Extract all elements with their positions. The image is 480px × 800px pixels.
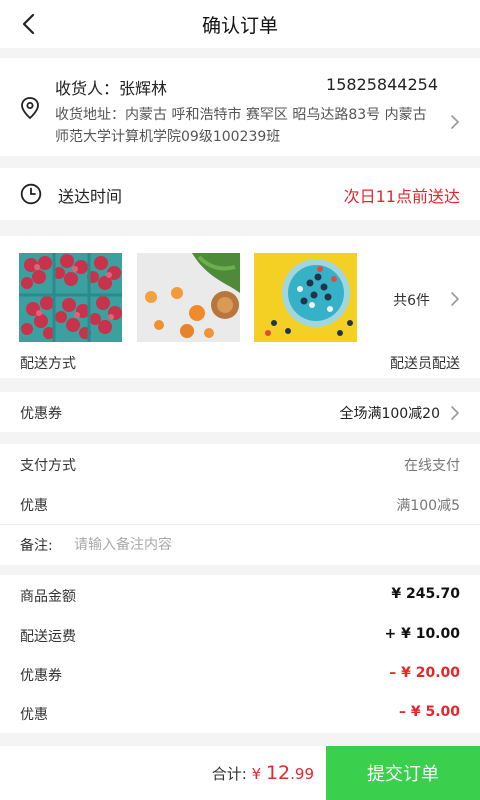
total-decimal: .99: [290, 765, 314, 783]
checkout-bar: 合计: ¥ 12.99 提交订单: [0, 746, 480, 800]
chevron-right-icon: [451, 292, 459, 306]
subtotal-value: ¥ 245.70: [391, 586, 460, 602]
total-amount: ¥ 12.99: [251, 762, 314, 784]
submit-order-button[interactable]: 提交订单: [326, 746, 480, 800]
payment-method-label: 支付方式: [20, 458, 76, 474]
coupon-value: 全场满100减20: [339, 406, 440, 422]
shipping-fee-value: + ¥ 10.00: [384, 626, 460, 642]
order-total: 合计: ¥ 12.99: [212, 762, 314, 784]
delivery-address: 收货地址：内蒙古 呼和浩特市 赛罕区 昭乌达路83号 内蒙古师范大学计算机学院0…: [55, 107, 427, 145]
recipient-phone: 15825844254: [326, 75, 438, 94]
payment-method-value: 在线支付: [404, 458, 460, 474]
product-thumbnail-apricots[interactable]: [137, 253, 240, 342]
shipping-method-label: 配送方式: [20, 356, 76, 372]
summary-row-coupon: 优惠券 – ¥ 20.00: [0, 654, 480, 694]
location-pin-icon: [21, 97, 39, 120]
total-label: 合计:: [211, 765, 247, 783]
coupon-row[interactable]: 优惠券 全场满100减20: [0, 392, 480, 432]
promo-discount-value: – ¥ 5.00: [398, 704, 460, 720]
product-list[interactable]: 共6件 配送方式 配送员配送: [0, 236, 480, 378]
product-count: 共6件: [393, 293, 430, 309]
discount-row: 优惠 满100减5: [0, 484, 480, 524]
clock-icon: [20, 183, 42, 205]
delivery-time-row: 送达时间 次日11点前送达: [0, 168, 480, 220]
top-bar: 确认订单: [0, 0, 480, 48]
subtotal-label: 商品金额: [20, 589, 76, 605]
recipient-name: 收货人：张辉林: [55, 79, 168, 98]
page-title: 确认订单: [201, 15, 278, 37]
total-currency: ¥: [251, 765, 262, 783]
product-thumbnail-fruit-bowl[interactable]: [254, 253, 357, 342]
discount-label: 优惠: [20, 498, 48, 514]
coupon-label: 优惠券: [20, 406, 62, 422]
delivery-time-value: 次日11点前送达: [343, 187, 460, 206]
summary-row-discount: 优惠 – ¥ 5.00: [0, 693, 480, 733]
summary-row-subtotal: 商品金额 ¥ 245.70: [0, 575, 480, 615]
chevron-right-icon: [451, 406, 459, 420]
note-label: 备注:: [20, 538, 53, 554]
total-integer: 12: [265, 762, 291, 784]
shipping-method-value: 配送员配送: [390, 356, 460, 372]
promo-discount-label: 优惠: [20, 707, 48, 723]
payment-section: 支付方式 在线支付 优惠 满100减5 备注:: [0, 444, 480, 565]
chevron-right-icon: [451, 115, 459, 129]
product-thumbnail-raspberries[interactable]: [19, 253, 122, 342]
delivery-time-label: 送达时间: [58, 187, 123, 206]
shipping-fee-label: 配送运费: [20, 629, 76, 645]
payment-method-row[interactable]: 支付方式 在线支付: [0, 444, 480, 484]
address-card[interactable]: 收货人：张辉林 15825844254 收货地址：内蒙古 呼和浩特市 赛罕区 昭…: [0, 58, 480, 156]
price-summary: 商品金额 ¥ 245.70 配送运费 + ¥ 10.00 优惠券 – ¥ 20.…: [0, 575, 480, 733]
summary-row-shipping: 配送运费 + ¥ 10.00: [0, 615, 480, 655]
discount-value: 满100减5: [396, 498, 460, 514]
note-input[interactable]: [74, 534, 454, 556]
coupon-discount-label: 优惠券: [20, 668, 62, 684]
coupon-discount-value: – ¥ 20.00: [389, 665, 460, 681]
